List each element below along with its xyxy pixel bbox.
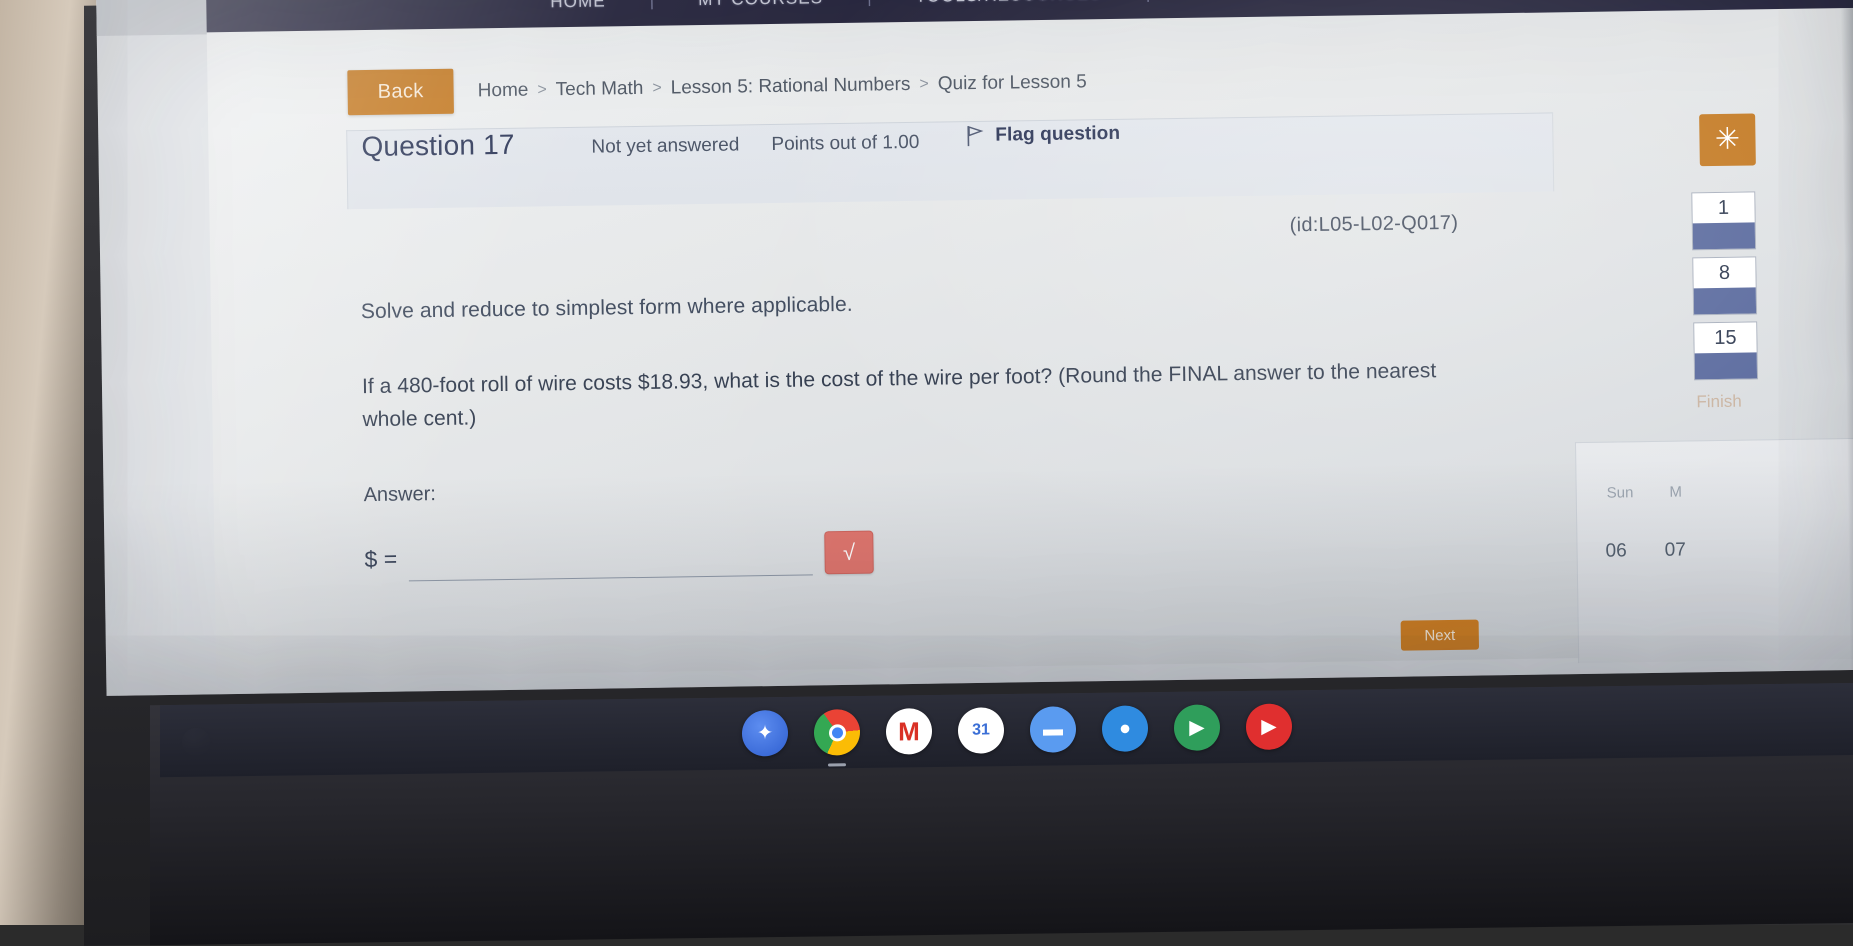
answer-row: $ = √ (364, 520, 1545, 583)
chat-glyph: ● (1118, 717, 1132, 740)
right-panel-labels: Sun M (1607, 484, 1682, 502)
app-logo-icon[interactable]: ✳ (1699, 113, 1756, 167)
finish-link[interactable]: Finish (1696, 392, 1742, 413)
breadcrumb-separator: > (919, 75, 929, 93)
question-nav-item-15[interactable]: 15 (1693, 321, 1759, 381)
files-glyph: ▬ (1043, 718, 1063, 741)
flag-question-label: Flag question (995, 122, 1121, 146)
breadcrumb-item-quiz[interactable]: Quiz for Lesson 5 (938, 71, 1087, 95)
nav-separator: | (649, 0, 655, 10)
flag-icon (967, 126, 984, 147)
back-button[interactable]: Back (347, 68, 455, 116)
right-side-panel: Sun M 06 07 (1574, 436, 1853, 664)
nav-left-edge (96, 0, 207, 36)
youtube-icon[interactable]: ▶ (1246, 703, 1292, 751)
question-id: (id:L05-L02-Q017) (1289, 211, 1459, 237)
nav-separator: | (1328, 0, 1333, 1)
nav-item-assessments[interactable]: ASSESSMENTS (1332, 0, 1560, 1)
question-nav-marker (1694, 352, 1758, 380)
breadcrumb-item-lesson-5[interactable]: Lesson 5: Rational Numbers (671, 73, 911, 99)
nav-item-my-courses[interactable]: MY COURSES (654, 0, 867, 11)
breadcrumb-separator: > (652, 79, 662, 97)
nav-separator: | (1146, 0, 1151, 3)
breadcrumb-row: Back Home > Tech Math > Lesson 5: Ration… (347, 59, 1087, 116)
question-nav-number: 1 (1717, 196, 1730, 219)
dollar-prefix: $ = (364, 545, 398, 573)
nav-item-reports[interactable]: REPORTS (1150, 0, 1328, 3)
square-root-button[interactable]: √ (824, 530, 874, 575)
breadcrumb-item-home[interactable]: Home (478, 79, 529, 102)
gmail-glyph: M (898, 716, 920, 747)
flag-question-button[interactable]: Flag question (966, 123, 1120, 147)
launcher-icon[interactable]: ✦ (742, 709, 788, 757)
breadcrumb-item-tech-math[interactable]: Tech Math (556, 77, 644, 100)
question-header-card: Question 17 Not yet answered Points out … (346, 112, 1555, 210)
meet-glyph: ▶ (1189, 716, 1205, 739)
question-nav-number: 8 (1718, 261, 1731, 284)
photo-scene: HOME | MY COURSES | TOOLS/RESOURCES | RE… (0, 0, 1853, 946)
desk-surface (0, 0, 96, 925)
answer-label: Answer: (363, 483, 437, 507)
question-body: Solve and reduce to simplest form where … (361, 283, 1545, 583)
calendar-icon[interactable]: 31 (958, 707, 1004, 754)
nav-separator: | (867, 0, 872, 8)
question-status: Not yet answered (591, 134, 740, 158)
launcher-glyph: ✦ (756, 722, 774, 745)
next-button[interactable]: Next (1400, 619, 1480, 651)
chrome-core (828, 723, 846, 741)
right-panel-numbers: 06 07 (1605, 539, 1686, 562)
quiz-navigation-sidebar: ✳ 1 8 15 Finish (1604, 112, 1844, 411)
question-nav-marker (1693, 287, 1757, 315)
breadcrumb: Home > Tech Math > Lesson 5: Rational Nu… (478, 71, 1087, 102)
calendar-glyph: 31 (972, 721, 990, 739)
question-nav-item-8[interactable]: 8 (1692, 256, 1758, 316)
right-panel-number-06: 06 (1605, 540, 1627, 562)
question-points: Points out of 1.00 (771, 131, 920, 155)
breadcrumb-separator: > (537, 80, 547, 98)
files-icon[interactable]: ▬ (1030, 706, 1076, 753)
question-nav-marker (1692, 222, 1756, 250)
right-panel-label-sun: Sun (1606, 484, 1634, 502)
right-panel-label-mon: M (1669, 483, 1683, 501)
question-title: Question 17 (361, 128, 515, 163)
chrome-icon[interactable] (814, 709, 860, 756)
page-content: Back Home > Tech Math > Lesson 5: Ration… (206, 7, 1853, 679)
chat-icon[interactable]: ● (1102, 705, 1148, 752)
question-instruction: Solve and reduce to simplest form where … (360, 292, 853, 324)
gmail-icon[interactable]: M (886, 708, 932, 755)
right-panel-number-07: 07 (1664, 539, 1687, 561)
question-nav-number: 15 (1714, 326, 1737, 350)
nav-item-home[interactable]: HOME (506, 0, 650, 13)
question-header-row: Question 17 Not yet answered Points out … (347, 113, 1553, 209)
question-nav-item-1[interactable]: 1 (1691, 191, 1757, 251)
meet-icon[interactable]: ▶ (1174, 704, 1220, 751)
nav-item-tools-resources[interactable]: TOOLS/RESOURCES (871, 0, 1146, 7)
laptop-screen: HOME | MY COURSES | TOOLS/RESOURCES | RE… (96, 0, 1853, 696)
question-text: If a 480-foot roll of wire costs $18.93,… (361, 359, 1437, 432)
answer-input[interactable] (408, 530, 813, 582)
youtube-glyph: ▶ (1261, 715, 1277, 738)
